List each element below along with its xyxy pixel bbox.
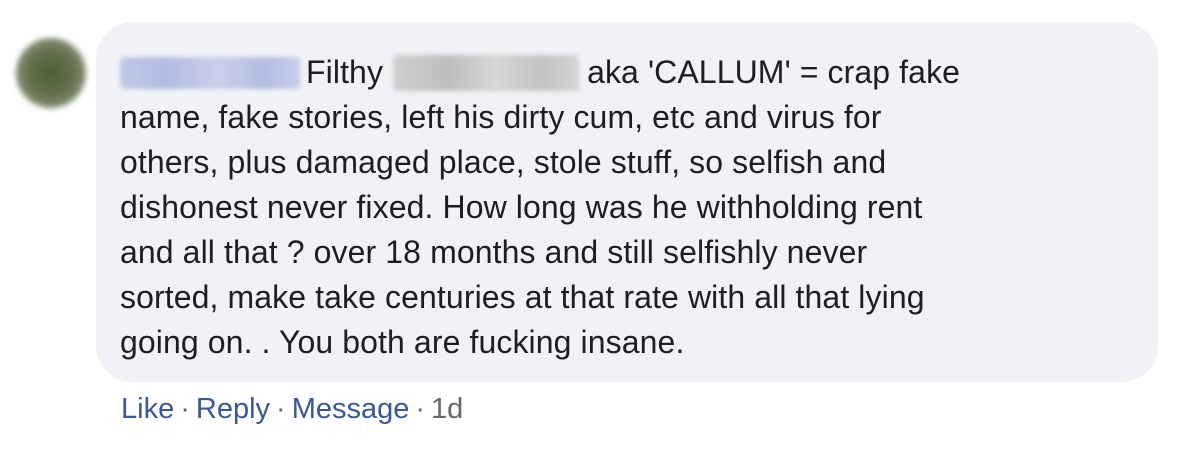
comment-line-5: and all that ? over 18 months and still … bbox=[120, 234, 868, 270]
reply-link[interactable]: Reply bbox=[196, 393, 270, 425]
commenter-name-redacted[interactable] bbox=[120, 57, 300, 89]
comment-text: Filthy aka 'CALLUM' = crap fake name, fake… bbox=[120, 50, 1120, 365]
comment-line-7: going on. . You both are fucking insane. bbox=[120, 324, 685, 360]
comment-line-3: others, plus damaged place, stole stuff,… bbox=[120, 144, 887, 180]
comment-line-1b: aka 'CALLUM' = crap fake bbox=[587, 54, 961, 90]
comment-line-1a: Filthy bbox=[306, 54, 384, 90]
comment-actions: Like · Reply · Message · 1d bbox=[121, 389, 463, 429]
comment-line-6: sorted, make take centuries at that rate… bbox=[120, 279, 925, 315]
comment-line-2: name, fake stories, left his dirty cum, … bbox=[120, 99, 882, 135]
message-link[interactable]: Message bbox=[292, 393, 410, 425]
timestamp[interactable]: 1d bbox=[431, 393, 463, 425]
redacted-name bbox=[393, 55, 580, 91]
separator: · bbox=[180, 393, 190, 425]
like-link[interactable]: Like bbox=[121, 393, 174, 425]
separator: · bbox=[415, 393, 426, 425]
comment-line-4: dishonest never fixed. How long was he w… bbox=[120, 189, 923, 225]
avatar[interactable] bbox=[16, 38, 86, 108]
separator: · bbox=[276, 393, 286, 425]
